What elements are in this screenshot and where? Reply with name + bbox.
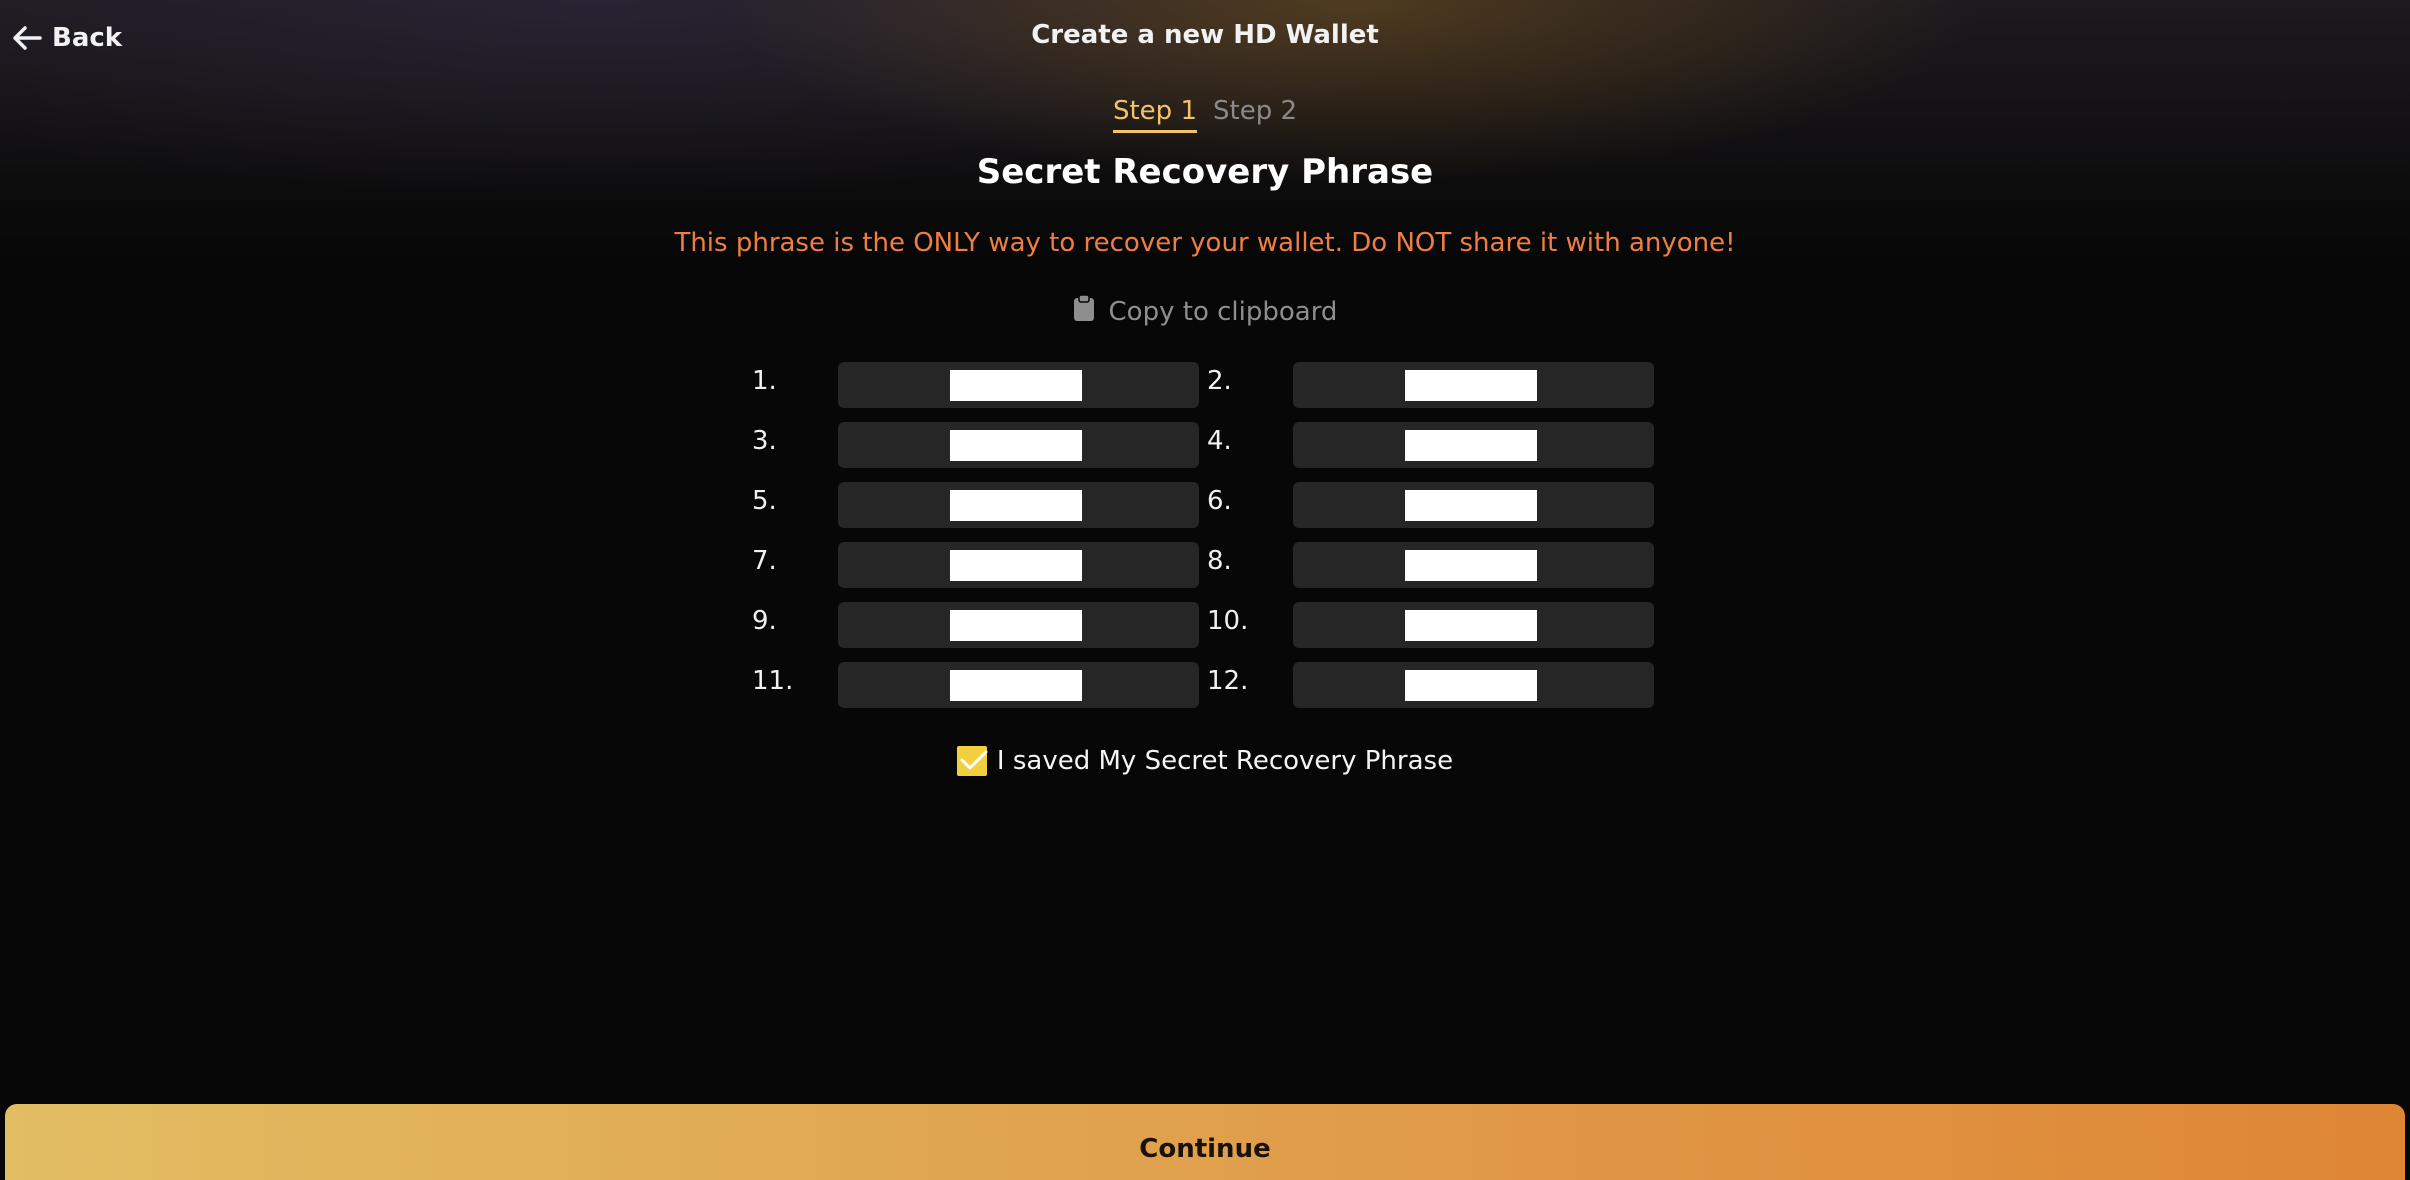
word-number: 7. xyxy=(752,546,777,576)
redacted-word xyxy=(1404,549,1537,581)
phrase-word-3: 3. xyxy=(752,422,1207,468)
phrase-word-1: 1. xyxy=(752,362,1207,408)
word-field xyxy=(1293,662,1654,708)
phrase-word-4: 4. xyxy=(1207,422,1662,468)
copy-to-clipboard-button[interactable]: Copy to clipboard xyxy=(0,294,2410,329)
word-number: 8. xyxy=(1207,546,1232,576)
redacted-word xyxy=(949,669,1082,701)
phrase-word-8: 8. xyxy=(1207,542,1662,588)
redacted-word xyxy=(949,549,1082,581)
create-wallet-page: Back Create a new HD Wallet Step 1 Step … xyxy=(0,0,2410,1180)
tab-step-1[interactable]: Step 1 xyxy=(1112,96,1197,133)
tab-step-2[interactable]: Step 2 xyxy=(1213,96,1297,133)
redacted-word xyxy=(1404,429,1537,461)
word-field xyxy=(838,422,1199,468)
word-field xyxy=(838,482,1199,528)
step-tabs: Step 1 Step 2 xyxy=(0,96,2410,133)
phrase-word-2: 2. xyxy=(1207,362,1662,408)
word-field xyxy=(1293,422,1654,468)
word-field xyxy=(838,662,1199,708)
word-field xyxy=(838,602,1199,648)
word-number: 4. xyxy=(1207,426,1232,456)
redacted-word xyxy=(949,609,1082,641)
word-field xyxy=(1293,542,1654,588)
word-field xyxy=(1293,602,1654,648)
word-field xyxy=(838,542,1199,588)
section-heading: Secret Recovery Phrase xyxy=(976,152,1434,192)
redacted-word xyxy=(1404,609,1537,641)
phrase-word-12: 12. xyxy=(1207,662,1662,708)
word-number: 12. xyxy=(1207,666,1249,696)
redacted-word xyxy=(1404,669,1537,701)
word-number: 5. xyxy=(752,486,777,516)
word-number: 1. xyxy=(752,366,777,396)
word-number: 9. xyxy=(752,606,777,636)
saved-phrase-label[interactable]: I saved My Secret Recovery Phrase xyxy=(997,746,1453,776)
phrase-word-10: 10. xyxy=(1207,602,1662,648)
word-number: 11. xyxy=(752,666,794,696)
phrase-word-5: 5. xyxy=(752,482,1207,528)
word-field xyxy=(1293,362,1654,408)
copy-label: Copy to clipboard xyxy=(1108,296,1338,327)
page-title: Create a new HD Wallet xyxy=(1031,20,1379,50)
saved-phrase-checkbox[interactable] xyxy=(956,746,988,776)
continue-button[interactable]: Continue xyxy=(5,1104,2405,1180)
phrase-word-9: 9. xyxy=(752,602,1207,648)
word-number: 6. xyxy=(1207,486,1232,516)
phrase-word-7: 7. xyxy=(752,542,1207,588)
redacted-word xyxy=(949,369,1082,401)
redacted-word xyxy=(949,429,1082,461)
clipboard-icon xyxy=(1073,294,1095,329)
redacted-word xyxy=(1404,369,1537,401)
word-number: 3. xyxy=(752,426,777,456)
word-number: 2. xyxy=(1207,366,1232,396)
word-number: 10. xyxy=(1207,606,1249,636)
continue-label: Continue xyxy=(1139,1134,1271,1164)
word-field xyxy=(838,362,1199,408)
saved-phrase-confirmation: I saved My Secret Recovery Phrase xyxy=(0,746,2410,776)
phrase-word-11: 11. xyxy=(752,662,1207,708)
redacted-word xyxy=(949,489,1082,521)
warning-text: This phrase is the ONLY way to recover y… xyxy=(674,228,1736,258)
word-field xyxy=(1293,482,1654,528)
recovery-phrase-grid: 1. 2. 3. 4. 5. 6. 7. 8. 9. 10. 11. 12. xyxy=(752,362,1662,708)
phrase-word-6: 6. xyxy=(1207,482,1662,528)
redacted-word xyxy=(1404,489,1537,521)
